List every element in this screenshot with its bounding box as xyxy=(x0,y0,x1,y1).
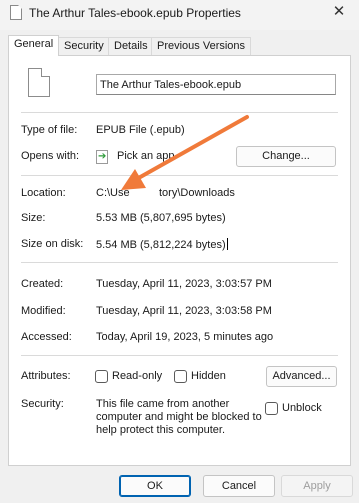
location-value-right: tory\Downloads xyxy=(159,187,235,199)
size-label: Size: xyxy=(21,212,46,224)
security-message-line-2: computer and might be blocked to xyxy=(96,411,262,423)
separator xyxy=(21,112,338,113)
file-name-input[interactable] xyxy=(96,74,336,95)
location-label: Location: xyxy=(21,187,66,199)
tab-security[interactable]: Security xyxy=(58,37,110,55)
file-icon xyxy=(10,5,22,20)
read-only-checkbox[interactable] xyxy=(95,370,108,383)
attributes-label: Attributes: xyxy=(21,370,71,382)
tab-bar: General Security Details Previous Versio… xyxy=(8,35,351,56)
hidden-label: Hidden xyxy=(191,370,226,382)
security-message-line-3: help protect this computer. xyxy=(96,424,226,436)
tab-previous-versions[interactable]: Previous Versions xyxy=(151,37,252,55)
change-button[interactable]: Change... xyxy=(236,146,336,167)
type-of-file-value: EPUB File (.epub) xyxy=(96,124,185,136)
modified-label: Modified: xyxy=(21,305,66,317)
ok-button[interactable]: OK xyxy=(119,475,191,497)
security-message-line-1: This file came from another xyxy=(96,398,230,410)
read-only-checkbox-row[interactable]: Read-only xyxy=(95,370,165,384)
advanced-button[interactable]: Advanced... xyxy=(266,366,337,387)
title-bar: The Arthur Tales-ebook.epub Properties ✕ xyxy=(0,0,359,30)
apply-button[interactable]: Apply xyxy=(281,475,353,497)
separator xyxy=(21,355,338,356)
type-of-file-label: Type of file: xyxy=(21,124,78,136)
text-caret xyxy=(226,238,228,250)
opens-with-value: Pick an app xyxy=(117,150,175,162)
location-value-left: C:\Use xyxy=(96,187,130,199)
opens-with-label: Opens with: xyxy=(21,150,80,162)
unblock-label: Unblock xyxy=(282,402,322,414)
close-button[interactable]: ✕ xyxy=(331,4,347,20)
tab-details[interactable]: Details xyxy=(108,37,154,55)
unblock-checkbox[interactable] xyxy=(265,402,278,415)
size-on-disk-label: Size on disk: xyxy=(21,238,84,250)
accessed-value: Today, April 19, 2023, 5 minutes ago xyxy=(96,331,274,343)
size-on-disk-value: 5.54 MB (5,812,224 bytes) xyxy=(96,239,226,251)
security-label: Security: xyxy=(21,398,64,410)
pick-app-icon: ➔ xyxy=(96,150,108,164)
size-on-disk-row: 5.54 MB (5,812,224 bytes) xyxy=(96,238,228,251)
general-panel: Type of file: EPUB File (.epub) Opens wi… xyxy=(8,55,351,466)
read-only-label: Read-only xyxy=(112,370,163,382)
unblock-checkbox-row[interactable]: Unblock xyxy=(265,402,335,416)
modified-value: Tuesday, April 11, 2023, 3:03:58 PM xyxy=(96,305,272,317)
window-title: The Arthur Tales-ebook.epub Properties xyxy=(29,6,241,20)
tab-general[interactable]: General xyxy=(8,35,60,56)
accessed-label: Accessed: xyxy=(21,331,72,343)
hidden-checkbox[interactable] xyxy=(174,370,187,383)
created-label: Created: xyxy=(21,278,64,290)
separator xyxy=(21,262,338,263)
cancel-button[interactable]: Cancel xyxy=(203,475,275,497)
created-value: Tuesday, April 11, 2023, 3:03:57 PM xyxy=(96,278,272,290)
separator xyxy=(21,175,338,176)
document-icon xyxy=(28,68,50,97)
hidden-checkbox-row[interactable]: Hidden xyxy=(174,370,234,384)
size-value: 5.53 MB (5,807,695 bytes) xyxy=(96,212,226,224)
